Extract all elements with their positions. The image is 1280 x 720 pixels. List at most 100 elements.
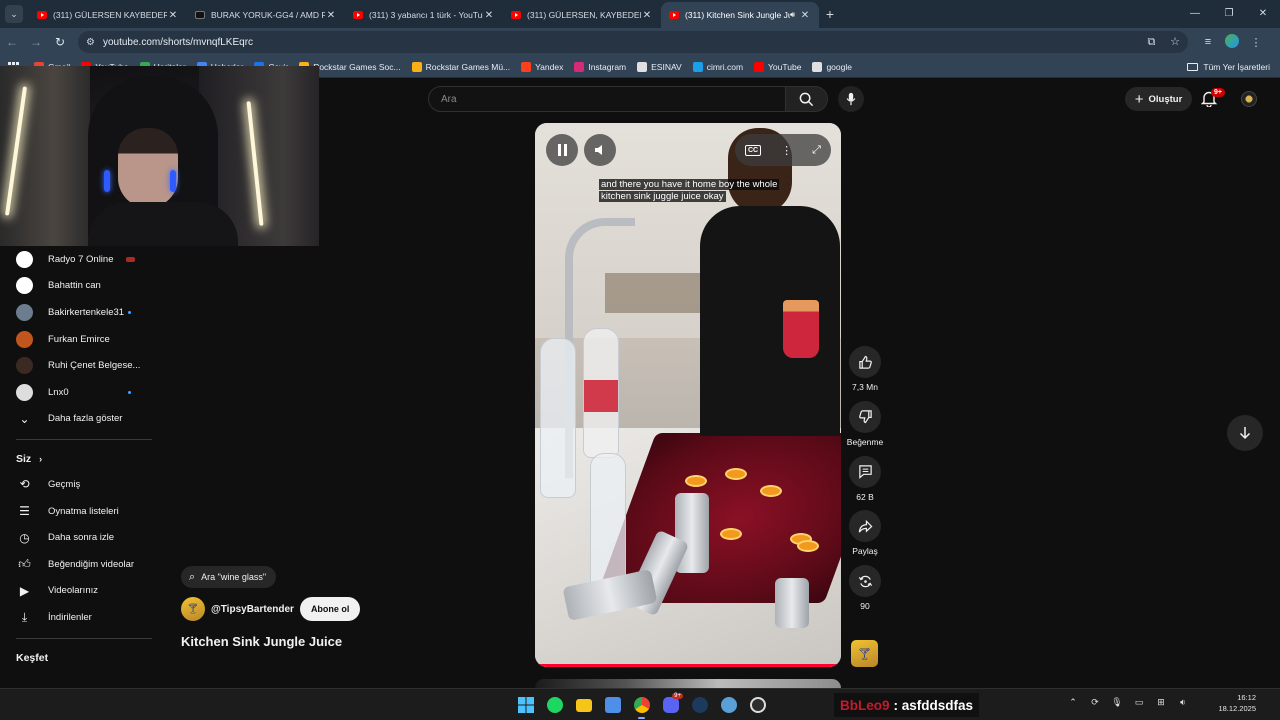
subscribe-button[interactable]: Abone ol bbox=[299, 597, 361, 621]
sound-channel-thumbnail[interactable]: 🍸︎ bbox=[851, 640, 878, 667]
steam-icon bbox=[691, 697, 708, 713]
close-icon[interactable]: ✕ bbox=[483, 10, 495, 21]
comments-button[interactable] bbox=[849, 455, 881, 488]
close-icon[interactable]: ✕ bbox=[641, 10, 653, 21]
channel-handle[interactable]: @TipsyBartender bbox=[211, 604, 294, 615]
progress-bar[interactable] bbox=[535, 664, 841, 667]
remix-button[interactable] bbox=[849, 565, 881, 598]
watch-later-icon: ◷ bbox=[19, 530, 30, 545]
browser-tab[interactable]: BURAK YORUK-GG4 / AMD Ryz ✕ bbox=[187, 2, 345, 28]
forward-icon[interactable]: → bbox=[24, 35, 48, 49]
new-tab-button[interactable]: + bbox=[819, 6, 841, 22]
volume-button[interactable] bbox=[584, 134, 616, 166]
subscription-item[interactable]: Ruhi Çenet Belgese... bbox=[0, 352, 152, 379]
subscription-item[interactable]: Bahattin can bbox=[0, 273, 152, 300]
menu-dots-icon[interactable]: ⋮ bbox=[1244, 36, 1268, 49]
bookmark-item[interactable]: ESINAV bbox=[637, 61, 682, 72]
live-indicator bbox=[126, 256, 135, 262]
subscription-item[interactable]: Radyo 7 Online bbox=[0, 246, 152, 273]
close-window-icon[interactable]: ✕ bbox=[1246, 0, 1280, 28]
restore-icon[interactable]: ❐ bbox=[1212, 0, 1246, 28]
close-icon[interactable]: ✕ bbox=[325, 10, 337, 21]
browser-tab[interactable]: (311) GÜLERSEN, KAYBEDERSİN ✕ bbox=[503, 2, 661, 28]
close-icon[interactable]: ✕ bbox=[799, 10, 811, 21]
display-icon[interactable]: ▭ bbox=[1128, 697, 1150, 708]
bookmark-item[interactable]: Rockstar Games Mü... bbox=[411, 61, 510, 72]
tab-search-button[interactable]: ⌄ bbox=[5, 5, 23, 23]
network-icon[interactable]: ⊞ bbox=[1150, 697, 1172, 708]
bookmark-item[interactable]: Instagram bbox=[574, 61, 626, 72]
bookmark-favicon-icon bbox=[574, 61, 585, 72]
browser-tab[interactable]: (311) GÜLERSEN KAYBEDERSİN ✕ bbox=[29, 2, 187, 28]
bookmark-star-icon[interactable]: ☆ bbox=[1170, 36, 1180, 48]
bookmark-item[interactable]: YouTube bbox=[754, 61, 801, 72]
all-bookmarks[interactable]: Tüm Yer İşaretleri bbox=[1187, 62, 1270, 72]
start-button[interactable] bbox=[511, 693, 540, 717]
search-suggestion-chip[interactable]: ⌕ Ara "wine glass" bbox=[181, 566, 277, 588]
steam-app[interactable] bbox=[685, 693, 714, 717]
browser-tab-active[interactable]: (311) Kitchen Sink Jungle Ju 🔊︎ ✕ bbox=[661, 2, 819, 28]
minimize-icon[interactable]: — bbox=[1178, 0, 1212, 28]
address-bar[interactable]: ⚙︎ youtube.com/shorts/mvnqfLKEqrc ⧉ ☆ bbox=[78, 31, 1188, 53]
create-button[interactable]: + Oluştur bbox=[1125, 87, 1192, 111]
like-button[interactable] bbox=[849, 346, 881, 378]
sidebar-item-history[interactable]: ⟲ Geçmiş bbox=[0, 471, 152, 498]
short-title[interactable]: Kitchen Sink Jungle Juice bbox=[181, 634, 342, 649]
you-heading-label: Siz bbox=[16, 453, 32, 466]
bookmark-item[interactable]: cimri.com bbox=[692, 61, 743, 72]
show-more-button[interactable]: ⌄ Daha fazla göster bbox=[0, 406, 152, 433]
share-button[interactable] bbox=[849, 510, 881, 543]
speaker-icon[interactable]: 🔉︎ bbox=[1172, 697, 1194, 708]
subscription-item[interactable]: Lnx0 bbox=[0, 379, 152, 406]
pause-button[interactable] bbox=[546, 134, 578, 166]
microphone-icon[interactable]: 🎙︎ bbox=[1106, 697, 1128, 708]
sidebar-item-playlists[interactable]: ☰ Oynatma listeleri bbox=[0, 498, 152, 525]
bookmark-item[interactable]: Yandex bbox=[521, 61, 564, 72]
bookmark-label: Yandex bbox=[535, 61, 564, 72]
chrome-app[interactable] bbox=[627, 693, 656, 719]
file-explorer-app[interactable] bbox=[569, 693, 598, 717]
you-section-heading[interactable]: Siz › bbox=[0, 447, 152, 471]
sidebar-item-watch-later[interactable]: ◷ Daha sonra izle bbox=[0, 524, 152, 551]
chevron-up-icon[interactable]: ⌃ bbox=[1062, 697, 1084, 708]
shorts-player[interactable]: CC ⋮ ⤢ and there you have it home boy th… bbox=[535, 123, 841, 667]
back-icon[interactable]: ← bbox=[0, 35, 24, 49]
sync-icon[interactable]: ⟳ bbox=[1084, 697, 1106, 708]
site-info-icon[interactable]: ⚙︎ bbox=[86, 37, 95, 48]
sidebar-item-liked-videos[interactable]: 👍︎ Beğendiğim videolar bbox=[0, 551, 152, 578]
remix-count: 90 bbox=[860, 601, 870, 612]
close-icon[interactable]: ✕ bbox=[167, 10, 179, 21]
subscription-item[interactable]: Bakirkertenkele31 bbox=[0, 299, 152, 326]
notifications-button[interactable]: 9+ bbox=[1200, 88, 1225, 110]
tracker-app[interactable] bbox=[743, 693, 772, 717]
browser-tab[interactable]: (311) 3 yabancı 1 türk - YouTub ✕ bbox=[345, 2, 503, 28]
battlenet-app[interactable] bbox=[714, 693, 743, 717]
sidebar-item-your-videos[interactable]: ▶ Videolarınız bbox=[0, 578, 152, 605]
subscription-item[interactable]: Furkan Emirce bbox=[0, 326, 152, 353]
captions-icon[interactable]: CC bbox=[745, 144, 762, 156]
notification-badge: 9+ bbox=[1211, 88, 1225, 97]
sidebar-item-downloads[interactable]: ⤓ İndirilenler bbox=[0, 604, 152, 631]
search-button[interactable] bbox=[786, 86, 828, 112]
bookmark-item[interactable]: google bbox=[812, 61, 852, 72]
install-app-icon[interactable]: ⧉ bbox=[1147, 36, 1155, 48]
reload-icon[interactable]: ↻ bbox=[48, 35, 72, 49]
chevron-right-icon: › bbox=[39, 454, 43, 465]
next-short-preview[interactable] bbox=[535, 679, 841, 688]
search-input[interactable]: Ara bbox=[428, 86, 786, 112]
account-avatar[interactable] bbox=[1241, 91, 1257, 107]
taskbar-clock[interactable]: 16:12 18.12.2025 bbox=[1218, 692, 1256, 714]
store-icon bbox=[604, 697, 621, 713]
voice-search-button[interactable] bbox=[838, 86, 864, 112]
more-options-icon[interactable]: ⋮ bbox=[781, 144, 792, 157]
speaker-icon[interactable]: 🔊︎ bbox=[790, 10, 795, 20]
channel-avatar[interactable]: 🍸︎ bbox=[181, 597, 205, 621]
reading-list-icon[interactable]: ≡ bbox=[1196, 36, 1220, 48]
discord-app[interactable]: 9+ bbox=[656, 693, 685, 717]
fullscreen-icon[interactable]: ⤢ bbox=[812, 144, 821, 157]
store-app[interactable] bbox=[598, 693, 627, 717]
profile-icon[interactable] bbox=[1220, 33, 1244, 51]
spotify-app[interactable] bbox=[540, 693, 569, 717]
next-short-button[interactable] bbox=[1227, 415, 1263, 451]
dislike-button[interactable] bbox=[849, 400, 881, 433]
